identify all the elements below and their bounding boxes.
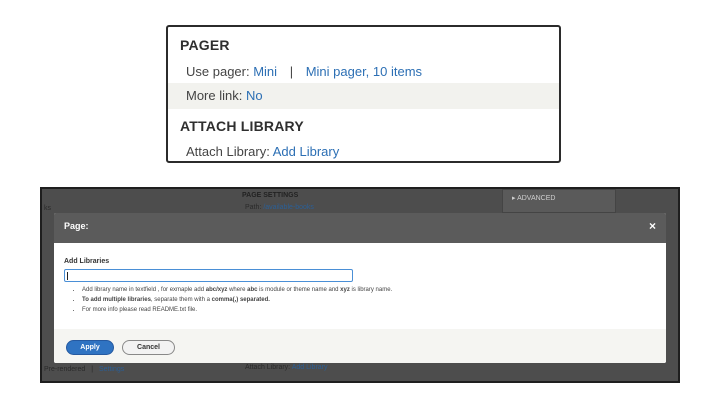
- help-text: , separate them with a: [150, 297, 212, 303]
- more-link-row: More link: No: [168, 83, 559, 109]
- help-text: Add library name in textfield , for exma…: [82, 287, 206, 293]
- use-pager-mini-link[interactable]: Mini: [253, 64, 277, 79]
- help-text: where: [227, 287, 248, 293]
- bg-page-settings-heading: PAGE SETTINGS: [242, 192, 299, 199]
- bg-path-label: Path:: [245, 204, 262, 211]
- bg-footer-left: Pre-rendered | Settings: [44, 366, 124, 373]
- attach-library-heading: ATTACH LIBRARY: [180, 118, 304, 134]
- help-item-multiple: To add multiple libraries, separate them…: [82, 297, 392, 303]
- attach-library-label: Attach Library:: [186, 144, 270, 159]
- close-icon[interactable]: ×: [649, 219, 656, 233]
- bg-footer-separator: |: [91, 366, 94, 373]
- help-text: is library name.: [349, 287, 393, 293]
- views-settings-panel: PAGER Use pager: Mini | Mini pager, 10 i…: [166, 25, 561, 163]
- bg-path-row: Path: /available-books: [245, 204, 314, 211]
- more-link-value[interactable]: No: [246, 88, 263, 103]
- help-bold: comma(,) separated.: [211, 297, 270, 303]
- pager-heading: PAGER: [180, 37, 230, 53]
- apply-button[interactable]: Apply: [66, 340, 114, 355]
- bg-settings-link[interactable]: Settings: [99, 366, 124, 373]
- dialog-content: Add Libraries Add library name in textfi…: [54, 243, 666, 329]
- add-libraries-label: Add Libraries: [64, 258, 110, 265]
- more-link-label: More link:: [186, 88, 243, 103]
- bg-path-link[interactable]: /available-books: [263, 204, 314, 211]
- help-item-readme: For more info please read README.txt fil…: [82, 307, 392, 313]
- attach-library-row: Attach Library: Add Library: [168, 139, 559, 161]
- help-bold: To add multiple libraries: [82, 297, 151, 303]
- help-bold: abc/xyz: [205, 287, 228, 293]
- dialog-titlebar: Page: ×: [54, 213, 666, 243]
- dialog-screenshot: PAGE SETTINGS Path: /available-books ▸ A…: [40, 187, 680, 383]
- help-bold: abc: [247, 287, 258, 293]
- pager-separator: |: [289, 64, 294, 79]
- text-cursor: [67, 272, 68, 280]
- bg-advanced-toggle[interactable]: ▸ ADVANCED: [512, 194, 555, 202]
- help-text: is module or theme name and: [257, 287, 341, 293]
- add-libraries-input[interactable]: [64, 269, 353, 282]
- use-pager-label: Use pager:: [186, 64, 250, 79]
- cancel-button[interactable]: Cancel: [122, 340, 175, 355]
- dialog-footer: Apply Cancel: [54, 329, 666, 363]
- bg-attach-label: Attach Library:: [245, 364, 291, 371]
- bg-attach-row: Attach Library: Add Library: [245, 364, 328, 371]
- use-pager-row: Use pager: Mini | Mini pager, 10 items: [168, 59, 559, 85]
- help-bold: xyz: [340, 287, 350, 293]
- bg-left-fragment: ks: [44, 205, 51, 212]
- help-item-library-name: Add library name in textfield , for exma…: [82, 287, 392, 293]
- bg-prerendered-label: Pre-rendered: [44, 366, 86, 373]
- mini-pager-link[interactable]: Mini pager, 10 items: [306, 64, 422, 79]
- add-library-dialog: Page: × Add Libraries Add library name i…: [54, 213, 666, 363]
- bg-add-library-link[interactable]: Add Library: [292, 364, 328, 371]
- help-list: Add library name in textfield , for exma…: [82, 287, 392, 317]
- dialog-title: Page:: [64, 221, 89, 231]
- add-library-link[interactable]: Add Library: [273, 144, 339, 159]
